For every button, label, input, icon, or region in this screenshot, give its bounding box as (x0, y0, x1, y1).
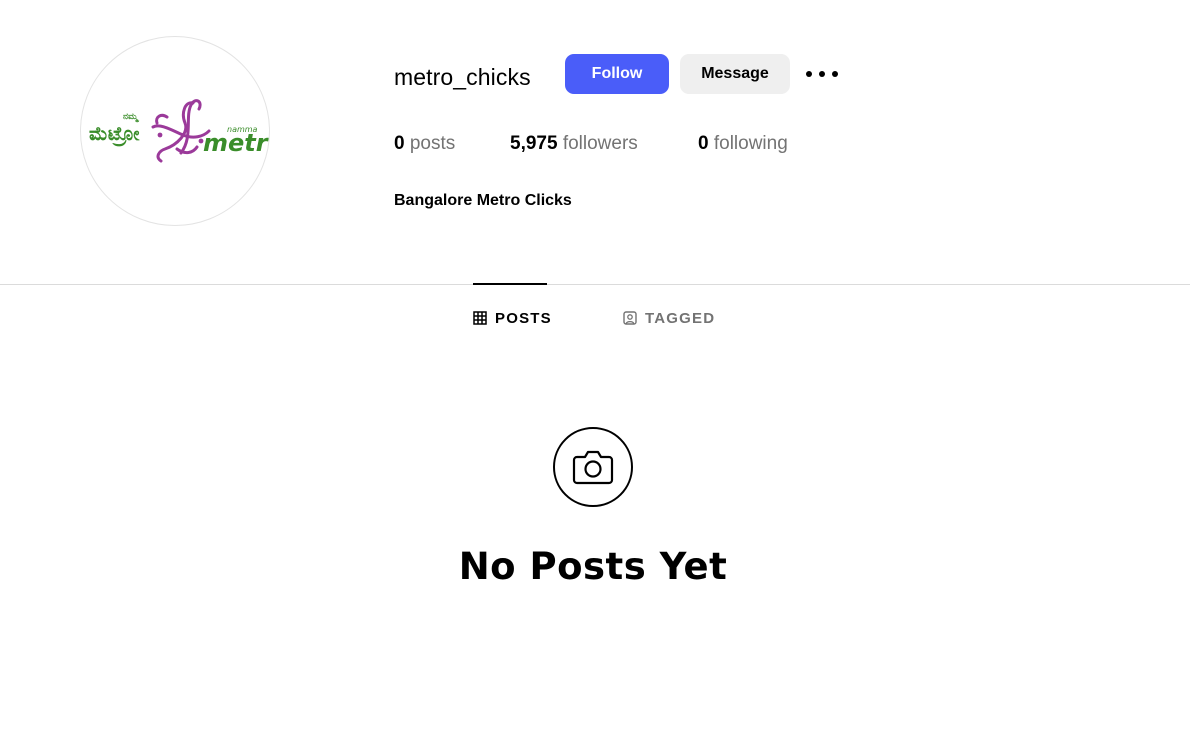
tagged-person-icon (623, 311, 637, 325)
logo-kannada-big: ಮೆಟ್ರೋ (89, 123, 140, 147)
posts-count: 0 (394, 133, 405, 154)
empty-state-title: No Posts Yet (458, 545, 728, 588)
camera-icon (572, 450, 614, 485)
profile-avatar[interactable]: ನಮ್ಮ ಮೆಟ್ರೋ namma metro (80, 36, 270, 226)
tab-posts-label: POSTS (495, 309, 552, 327)
active-tab-indicator (473, 283, 547, 285)
logo-kannada-small: ನಮ್ಮ (123, 112, 140, 123)
posts-stat: 0 posts (394, 131, 510, 157)
logo-english-big: metro (203, 129, 270, 157)
profile-page: ನಮ್ಮ ಮೆಟ್ರೋ namma metro metro_chicks Fol… (0, 0, 1200, 738)
following-count: 0 (698, 133, 709, 154)
more-dot (819, 71, 825, 77)
more-dot (806, 71, 812, 77)
empty-state-camera-circle (553, 427, 633, 507)
follow-button[interactable]: Follow (565, 54, 669, 94)
followers-count: 5,975 (510, 133, 558, 154)
profile-username: metro_chicks (394, 64, 531, 90)
tab-posts[interactable]: POSTS (473, 308, 552, 328)
following-label: following (713, 133, 788, 154)
profile-stats: 0 posts 5,975 followers 0 following (394, 131, 788, 157)
followers-stat[interactable]: 5,975 followers (510, 131, 698, 157)
profile-bio-name: Bangalore Metro Clicks (394, 192, 572, 209)
namma-metro-logo: ನಮ್ಮ ಮೆಟ್ರೋ namma metro (89, 99, 270, 163)
more-options-icon[interactable] (806, 64, 838, 84)
followers-label: followers (562, 133, 638, 154)
tabs-divider (0, 284, 1190, 285)
message-button[interactable]: Message (680, 54, 790, 94)
posts-label: posts (409, 133, 456, 154)
tab-tagged-label: TAGGED (645, 309, 716, 327)
tab-tagged[interactable]: TAGGED (623, 308, 715, 328)
grid-icon (473, 311, 487, 325)
following-stat[interactable]: 0 following (698, 131, 788, 157)
logo-swirl (151, 99, 211, 163)
more-dot (832, 71, 838, 77)
